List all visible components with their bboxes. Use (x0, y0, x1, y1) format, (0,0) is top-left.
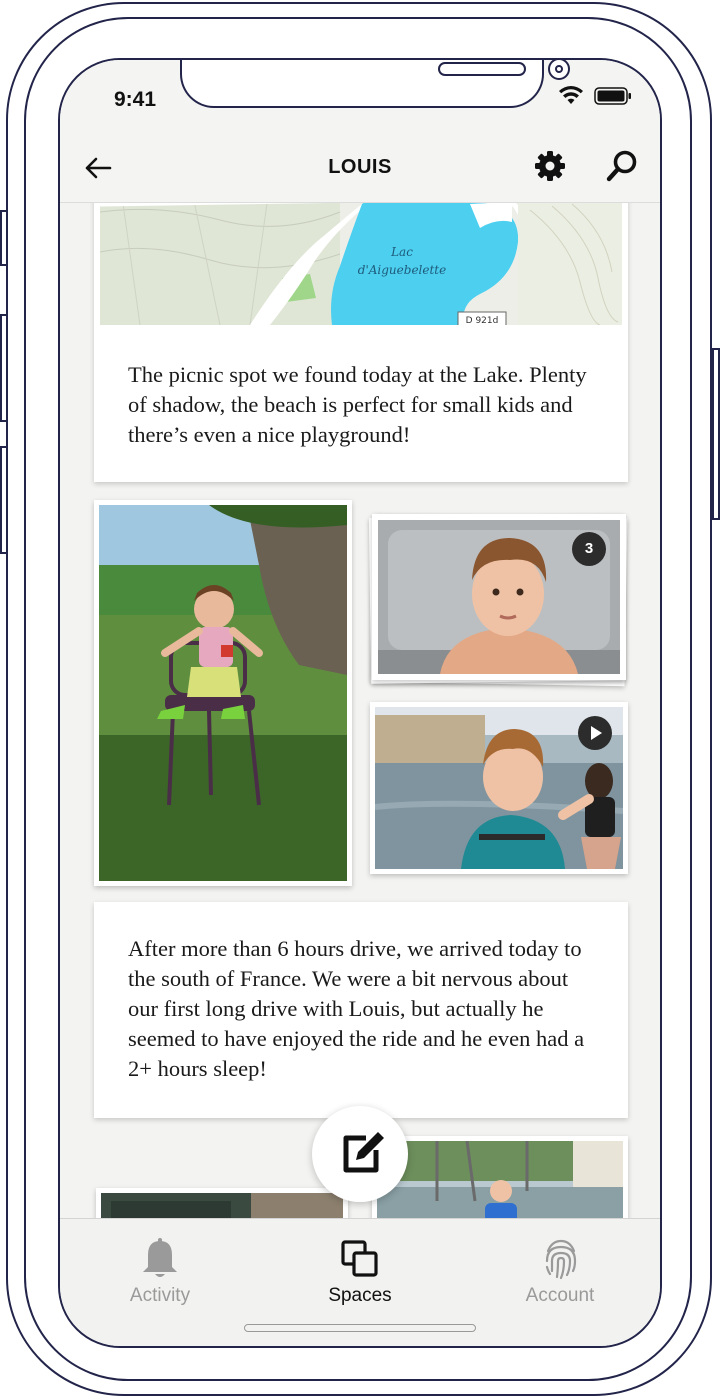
home-indicator[interactable] (244, 1324, 476, 1332)
post-card[interactable]: Lac d'Aiguebelette D 921d The picnic spo… (94, 202, 628, 482)
tab-activity-label: Activity (129, 1285, 191, 1306)
photo-partial-left[interactable] (96, 1188, 348, 1218)
tab-account-label: Account (525, 1285, 595, 1306)
tab-spaces-label: Spaces (328, 1285, 392, 1306)
mute-switch (0, 210, 8, 266)
tab-activity[interactable]: Activity (60, 1219, 260, 1319)
fingerprint-icon (545, 1239, 577, 1280)
front-camera (548, 60, 570, 80)
photo-partial-right[interactable] (372, 1136, 628, 1218)
status-icons (558, 86, 632, 106)
status-time: 9:41 (114, 88, 157, 111)
gear-icon[interactable] (532, 148, 568, 184)
video-child-at-water[interactable] (370, 702, 628, 874)
map-image[interactable]: Lac d'Aiguebelette D 921d (100, 202, 622, 325)
photo-stack-child-portrait[interactable]: 3 (372, 514, 626, 680)
map-lake-label: Lac (390, 245, 413, 259)
volume-up-button (0, 314, 8, 422)
play-button-icon[interactable] (578, 716, 612, 750)
map-lake-label-2: d'Aiguebelette (358, 263, 446, 277)
wifi-icon (559, 86, 583, 104)
page-title: LOUIS (328, 156, 392, 178)
space-feed[interactable]: Lac d'Aiguebelette D 921d The picnic spo… (60, 202, 660, 1218)
app-screen: 9:41 LOUIS Lac d'Aiguebelette D 921d The… (58, 58, 662, 1348)
tab-account[interactable]: Account (460, 1219, 660, 1319)
edit-icon (343, 1132, 384, 1173)
notch (180, 60, 570, 108)
bell-icon (143, 1238, 177, 1277)
search-icon[interactable] (604, 148, 640, 184)
tab-spaces[interactable]: Spaces (260, 1219, 460, 1319)
volume-down-button (0, 446, 8, 554)
post-text: After more than 6 hours drive, we arrive… (128, 936, 585, 1081)
spaces-icon (341, 1240, 378, 1277)
speaker (438, 62, 526, 76)
battery-icon (594, 87, 631, 105)
compose-button[interactable] (312, 1106, 408, 1202)
map-road-label: D 921d (466, 316, 499, 325)
power-button (712, 348, 720, 520)
photo-count-badge: 3 (572, 532, 606, 566)
photo-child-on-chair[interactable] (94, 500, 352, 886)
post-text: The picnic spot we found today at the La… (128, 362, 587, 447)
post-card[interactable]: After more than 6 hours drive, we arrive… (94, 902, 628, 1118)
